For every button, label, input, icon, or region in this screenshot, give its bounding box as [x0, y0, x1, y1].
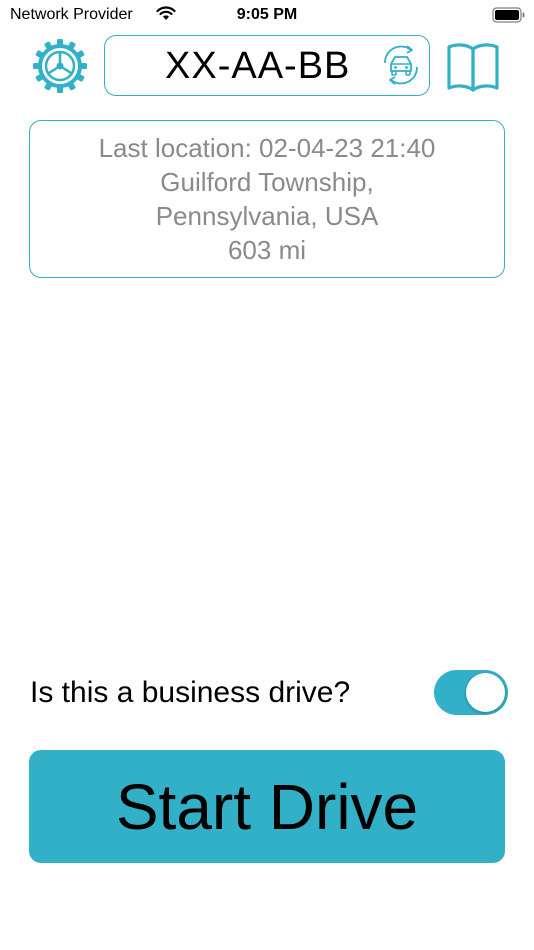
- settings-gear-icon[interactable]: [32, 38, 88, 94]
- logbook-book-icon[interactable]: [446, 40, 500, 92]
- location-place: Guilford Township,: [160, 167, 374, 197]
- start-drive-label: Start Drive: [115, 770, 419, 843]
- last-location-card: Last location: 02-04-23 21:40 Guilford T…: [29, 120, 505, 278]
- business-drive-toggle[interactable]: [434, 670, 508, 715]
- app-screen: Network Provider 9:05 PM XX-AA-BB Last l…: [0, 0, 534, 950]
- last-location-timestamp: Last location: 02-04-23 21:40: [98, 133, 436, 163]
- license-plate-text: XX-AA-BB: [165, 45, 351, 87]
- status-time: 9:05 PM: [236, 6, 298, 23]
- status-bar: Network Provider 9:05 PM: [0, 0, 534, 30]
- toggle-knob: [466, 673, 505, 712]
- location-distance: 603 mi: [227, 235, 307, 265]
- start-drive-button[interactable]: Start Drive: [29, 750, 505, 863]
- car-swap-icon[interactable]: [377, 41, 425, 89]
- battery-icon: [492, 7, 525, 23]
- business-drive-label: Is this a business drive?: [30, 676, 351, 709]
- vehicle-plate-box[interactable]: XX-AA-BB: [104, 35, 430, 96]
- location-region: Pennsylvania, USA: [155, 201, 379, 231]
